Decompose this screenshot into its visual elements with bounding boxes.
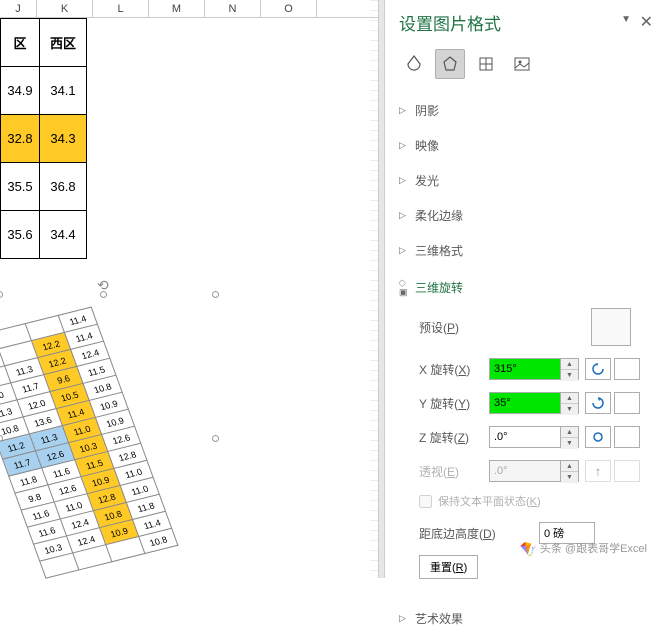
distance-input[interactable] (539, 522, 595, 544)
keep-text-flat-label: 保持文本平面状态(K) (438, 493, 541, 509)
collapse-icon: ▣ (399, 277, 411, 298)
col-header-k[interactable]: K (37, 0, 93, 17)
spin-down-icon[interactable]: ▼ (561, 370, 578, 381)
column-headers: J K L M N O (0, 0, 378, 18)
close-icon[interactable]: ✕ (640, 12, 653, 32)
section-header-reflection[interactable]: ▷ 映像 (399, 134, 653, 157)
fill-line-tab-icon[interactable] (399, 49, 429, 79)
expand-icon: ▷ (399, 613, 411, 624)
x-rotation-label: X 旋转(X) (419, 361, 489, 378)
z-rotation-spinner[interactable]: ▲▼ (489, 426, 579, 448)
resize-handle[interactable] (100, 291, 107, 298)
cell[interactable]: 32.8 (1, 115, 40, 163)
spin-up-icon[interactable]: ▲ (561, 427, 578, 438)
section-3d-format: ▷ 三维格式 (399, 235, 653, 266)
section-header-shadow[interactable]: ▷ 阴影 (399, 99, 653, 122)
distance-label: 距底边高度(D) (419, 525, 519, 542)
rotate-ccw-button[interactable] (585, 426, 611, 448)
section-header-artistic[interactable]: ▷ 艺术效果 (399, 607, 653, 630)
rotate-left-button[interactable] (585, 358, 611, 380)
section-header-soft-edges[interactable]: ▷ 柔化边缘 (399, 204, 653, 227)
z-rotation-input[interactable] (490, 427, 560, 447)
section-shadow: ▷ 阴影 (399, 95, 653, 126)
cell[interactable]: 34.1 (40, 67, 87, 115)
cell[interactable]: 34.3 (40, 115, 87, 163)
vertical-ruler (370, 0, 378, 578)
col-header-n[interactable]: N (205, 0, 261, 17)
spin-up-icon: ▲ (561, 461, 578, 472)
spin-down-icon[interactable]: ▼ (561, 438, 578, 449)
section-reflection: ▷ 映像 (399, 130, 653, 161)
expand-icon: ▷ (399, 210, 411, 221)
table-row: 32.8 34.3 (1, 115, 87, 163)
resize-handle[interactable] (212, 291, 219, 298)
rotate-up-button[interactable] (585, 392, 611, 414)
section-glow: ▷ 发光 (399, 165, 653, 196)
table-row: 35.5 36.8 (1, 163, 87, 211)
col-header-l[interactable]: L (93, 0, 149, 17)
perspective-input (490, 461, 560, 481)
spin-up-icon[interactable]: ▲ (561, 393, 578, 404)
spin-down-icon[interactable]: ▼ (561, 404, 578, 415)
keep-text-flat-checkbox (419, 495, 432, 508)
section-header-3d-format[interactable]: ▷ 三维格式 (399, 239, 653, 262)
pane-title: 设置图片格式 (399, 10, 501, 35)
y-rotation-label: Y 旋转(Y) (419, 395, 489, 412)
watermark-icon: 🪁 (520, 541, 537, 558)
y-rotation-input[interactable] (490, 393, 560, 413)
resize-handle[interactable] (212, 435, 219, 442)
format-picture-pane: 设置图片格式 ▼ ✕ ▷ 阴影 ▷ 映像 ▷ 发光 (385, 0, 667, 578)
resize-handle[interactable] (0, 291, 3, 298)
expand-icon: ▷ (399, 175, 411, 186)
spin-up-icon[interactable]: ▲ (561, 359, 578, 370)
rotate-right-button[interactable] (614, 358, 640, 380)
expand-icon: ▷ (399, 245, 411, 256)
effects-tab-icon[interactable] (435, 49, 465, 79)
size-tab-icon[interactable] (471, 49, 501, 79)
section-soft-edges: ▷ 柔化边缘 (399, 200, 653, 231)
cell[interactable]: 35.5 (1, 163, 40, 211)
section-artistic: ▷ 艺术效果 (399, 603, 653, 634)
perspective-wide-button (614, 460, 640, 482)
expand-icon: ▷ (399, 105, 411, 116)
section-header-glow[interactable]: ▷ 发光 (399, 169, 653, 192)
cell[interactable]: 34.4 (40, 211, 87, 259)
perspective-spinner: ▲▼ (489, 460, 579, 482)
table-header-2[interactable]: 西区 (40, 19, 87, 67)
preset-label: 预设(P) (419, 319, 489, 336)
y-rotation-spinner[interactable]: ▲▼ (489, 392, 579, 414)
perspective-narrow-button: ↑ (585, 460, 611, 482)
cell[interactable]: 36.8 (40, 163, 87, 211)
reset-button[interactable]: 重置(R) (419, 555, 478, 579)
preset-dropdown-button[interactable] (591, 308, 631, 346)
col-header-o[interactable]: O (261, 0, 317, 17)
z-rotation-label: Z 旋转(Z) (419, 429, 489, 446)
rotate-down-button[interactable] (614, 392, 640, 414)
x-rotation-spinner[interactable]: ▲▼ (489, 358, 579, 380)
col-header-m[interactable]: M (149, 0, 205, 17)
cell[interactable]: 34.9 (1, 67, 40, 115)
picture-tab-icon[interactable] (507, 49, 537, 79)
section-header-3d-rotation[interactable]: ▣ 三维旋转 (399, 274, 653, 301)
data-table: 区 西区 34.9 34.1 32.8 34.3 35.5 36.8 35.6 … (0, 18, 87, 259)
table-header-1[interactable]: 区 (1, 19, 40, 67)
perspective-label: 透视(E) (419, 463, 489, 480)
category-tabs (399, 49, 653, 79)
pane-divider[interactable] (378, 0, 385, 578)
col-header-j[interactable]: J (0, 0, 37, 17)
spin-down-icon: ▼ (561, 472, 578, 483)
table-row: 34.9 34.1 (1, 67, 87, 115)
x-rotation-input[interactable] (490, 359, 560, 379)
rotate-cw-button[interactable] (614, 426, 640, 448)
pane-options-dropdown-icon[interactable]: ▼ (621, 14, 631, 25)
cell[interactable]: 35.6 (1, 211, 40, 259)
worksheet-area[interactable]: J K L M N O 区 西区 34.9 34.1 32.8 34.3 35.… (0, 0, 378, 578)
table-row: 35.6 34.4 (1, 211, 87, 259)
expand-icon: ▷ (399, 140, 411, 151)
